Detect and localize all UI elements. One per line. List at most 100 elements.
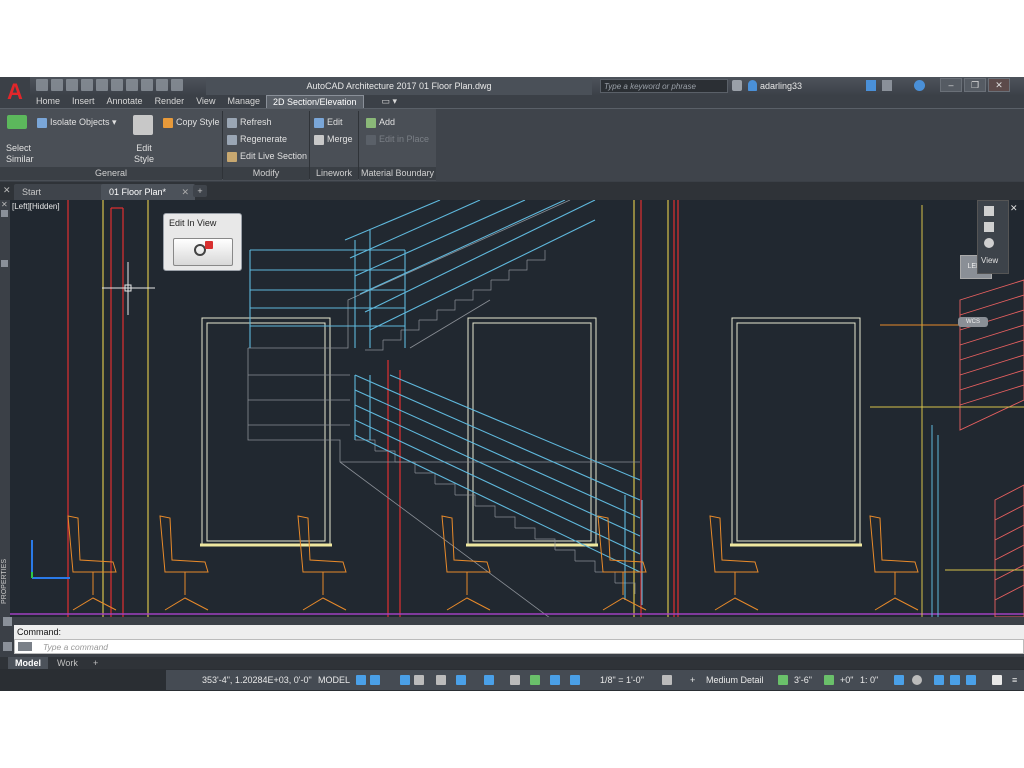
redo-icon[interactable] [126, 79, 138, 91]
isolate-objects-button[interactable]: Isolate Objects ▾ [37, 117, 117, 128]
hardware-acceleration-icon[interactable] [912, 675, 922, 685]
layout-tab-model[interactable]: Model [8, 657, 48, 669]
plus-icon[interactable]: + [690, 670, 695, 690]
status-tool-icon[interactable] [966, 675, 976, 685]
annotation-visibility-icon[interactable] [550, 675, 560, 685]
command-settings-icon[interactable] [3, 642, 12, 651]
fullscreen-icon[interactable] [992, 675, 1002, 685]
qat-dropdown-icon[interactable] [171, 79, 183, 91]
save-as-icon[interactable] [81, 79, 93, 91]
stair-structure [247, 200, 640, 617]
customization-icon[interactable]: ≡ [1012, 670, 1017, 690]
binoculars-icon[interactable] [732, 80, 742, 91]
copy-style-button[interactable]: Copy Style [163, 117, 220, 128]
tab-manage[interactable]: Manage [221, 95, 266, 108]
tab-insert[interactable]: Insert [66, 95, 101, 108]
file-tab-start[interactable]: Start [14, 184, 104, 200]
auto-scale-icon[interactable] [570, 675, 580, 685]
zoom-extents-icon[interactable] [984, 222, 994, 232]
save-icon[interactable] [66, 79, 78, 91]
close-icon[interactable]: ✕ [988, 78, 1010, 92]
material-add-icon [366, 117, 376, 128]
workspace-gear-icon[interactable] [662, 675, 672, 685]
tab-annotate[interactable]: Annotate [101, 95, 149, 108]
open-file-icon[interactable] [51, 79, 63, 91]
cut-plane-icon[interactable] [778, 675, 788, 685]
undo-icon[interactable] [111, 79, 123, 91]
coordinate-readout[interactable]: 353'-4", 1.20284E+03, 0'-0" [202, 670, 312, 690]
close-viewport-icon[interactable]: ✕ [1010, 203, 1018, 214]
edit-live-section-label: Edit Live Section [240, 151, 308, 161]
edit-in-place-button[interactable]: Edit in Place [366, 134, 429, 145]
display-configuration[interactable]: Medium Detail [706, 670, 764, 690]
close-tab-icon[interactable]: ✕ [181, 184, 189, 200]
properties-palette-strip[interactable]: ✕ PROPERTIES [0, 200, 10, 617]
workspace-icon[interactable] [156, 79, 168, 91]
tab-2d-section-elevation[interactable]: 2D Section/Elevation [265, 95, 364, 108]
osnap-icon[interactable] [484, 675, 494, 685]
command-recent-icon[interactable] [18, 642, 32, 651]
cut-plane-height[interactable]: 3'-6" [794, 670, 812, 690]
ortho-icon[interactable] [400, 675, 410, 685]
properties-tab-label[interactable]: PROPERTIES [1, 559, 8, 604]
crosshair-cursor [102, 262, 155, 315]
match-properties-icon[interactable] [141, 79, 153, 91]
edit-live-section-button[interactable]: Edit Live Section [227, 151, 307, 162]
status-tool-icon[interactable] [950, 675, 960, 685]
application-menu-button[interactable]: A [0, 77, 30, 107]
elevation-offset-icon[interactable] [824, 675, 834, 685]
surface-hatch-ratio[interactable]: 1: 0" [860, 670, 878, 690]
user-name[interactable]: adarling33 [760, 78, 802, 94]
clean-screen-icon[interactable] [934, 675, 944, 685]
lineweight-icon[interactable] [510, 675, 520, 685]
close-palette-icon[interactable]: ✕ [3, 185, 11, 196]
new-layout-icon[interactable]: + [86, 657, 105, 669]
minimize-icon[interactable]: – [940, 78, 962, 92]
refresh-button[interactable]: Refresh [227, 117, 272, 128]
grid-icon[interactable] [356, 675, 366, 685]
help-icon[interactable] [914, 80, 925, 91]
tab-render[interactable]: Render [149, 95, 191, 108]
linework-merge-button[interactable]: Merge [314, 134, 353, 145]
new-file-icon[interactable] [36, 79, 48, 91]
drawing-viewport[interactable]: [Left][Hidden] Edit In View LEFT WCS Vie… [10, 200, 1024, 617]
elevation-offset[interactable]: +0" [840, 670, 853, 690]
select-similar-button[interactable]: Select Similar [6, 143, 34, 165]
a360-icon[interactable] [882, 80, 892, 91]
viewport-controls-label[interactable]: [Left][Hidden] [12, 202, 60, 211]
wcs-button[interactable]: WCS [958, 317, 988, 327]
exchange-apps-icon[interactable] [866, 80, 876, 91]
ribbon-options-icon[interactable]: ▭ ▾ [376, 95, 404, 108]
linework-edit-button[interactable]: Edit [314, 117, 343, 128]
tab-view[interactable]: View [190, 95, 221, 108]
transparency-icon[interactable] [530, 675, 540, 685]
tab-home[interactable]: Home [30, 95, 66, 108]
layout-tab-work[interactable]: Work [50, 657, 85, 669]
snap-icon[interactable] [370, 675, 380, 685]
new-tab-icon[interactable]: + [193, 185, 207, 197]
pan-icon[interactable] [984, 206, 994, 216]
restore-icon[interactable]: ❐ [964, 78, 986, 92]
object-snap-tracking-icon[interactable] [456, 675, 466, 685]
model-space-button[interactable]: MODEL [318, 670, 350, 690]
isodraft-icon[interactable] [436, 675, 446, 685]
search-input[interactable]: Type a keyword or phrase [600, 79, 728, 93]
material-boundary-add-button[interactable]: Add [366, 117, 395, 128]
user-icon[interactable] [748, 80, 757, 91]
isolate-objects-status-icon[interactable] [894, 675, 904, 685]
annotation-scale[interactable]: 1/8" = 1'-0" [600, 670, 644, 690]
palette-close-icon[interactable]: ✕ [1, 200, 8, 209]
stair-tread [437, 300, 456, 311]
plot-icon[interactable] [96, 79, 108, 91]
orbit-icon[interactable] [984, 238, 994, 248]
edit-style-button[interactable]: Edit Style [131, 143, 157, 165]
command-close-icon[interactable] [3, 617, 12, 626]
palette-options-icon[interactable] [1, 210, 8, 217]
exit-edit-in-view-button[interactable] [173, 238, 233, 266]
stair-tread [509, 260, 528, 271]
palette-pin-icon[interactable] [1, 260, 8, 267]
command-input[interactable]: Type a command [14, 639, 1024, 654]
polar-icon[interactable] [414, 675, 424, 685]
file-tab-floor-plan[interactable]: 01 Floor Plan* ✕ [101, 184, 195, 200]
regenerate-button[interactable]: Regenerate [227, 134, 287, 145]
